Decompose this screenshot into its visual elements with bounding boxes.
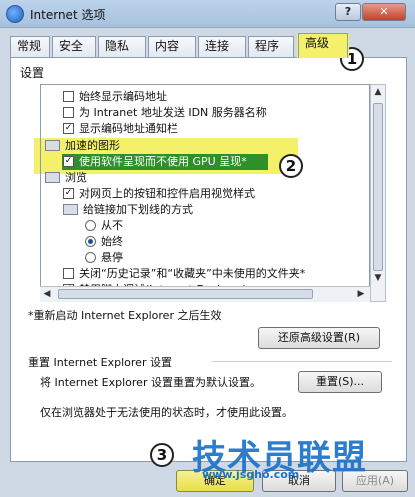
checkbox[interactable] [63, 268, 74, 279]
radio-button-selected[interactable] [85, 236, 96, 247]
scroll-down-icon[interactable]: ▼ [371, 271, 385, 285]
scroll-right-icon[interactable]: ▶ [354, 287, 368, 301]
tab-general[interactable]: 常规 [10, 36, 50, 57]
callout-2: 2 [279, 154, 303, 178]
radio-button[interactable] [85, 220, 96, 231]
reset-button[interactable]: 重置(S)... [298, 371, 382, 393]
group-header-label: 加速的图形 [65, 139, 120, 152]
help-button[interactable]: ? [335, 3, 361, 21]
list-item-label: 关闭“历史记录”和“收藏夹”中未使用的文件夹* [79, 267, 306, 280]
reset-section-title: 重置 Internet Explorer 设置 [28, 356, 172, 369]
watermark-url: www.jsgho.com [202, 468, 300, 481]
list-item-label: 为 Intranet 地址发送 IDN 服务器名称 [79, 106, 267, 119]
list-item-label: 始终显示编码地址 [79, 90, 167, 103]
horizontal-scrollbar[interactable]: ◀ ▶ [40, 286, 370, 302]
checkbox-checked[interactable]: ✓ [63, 123, 74, 134]
list-item-label: 对网页上的按钮和控件启用视觉样式 [79, 187, 255, 200]
checkbox[interactable] [63, 107, 74, 118]
scroll-up-icon[interactable]: ▲ [371, 85, 385, 99]
reset-description: 将 Internet Explorer 设置重置为默认设置。 [40, 376, 261, 389]
restore-advanced-settings-button[interactable]: 还原高级设置(R) [258, 327, 380, 349]
restart-note: *重新启动 Internet Explorer 之后生效 [28, 309, 222, 322]
group-header-label: 浏览 [65, 171, 87, 184]
window-title: Internet 选项 [30, 8, 106, 22]
internet-explorer-icon [6, 5, 24, 23]
group-header-label: 给链接加下划线的方式 [83, 203, 193, 216]
reset-note: 仅在浏览器处于无法使用的状态时，才使用此设置。 [40, 406, 293, 419]
list-item-label: 始终 [101, 235, 123, 248]
horizontal-scroll-thumb[interactable] [58, 289, 313, 299]
folder-icon [63, 204, 78, 215]
watermark: 技术员联盟 www.jsgho.com [192, 430, 412, 481]
folder-icon [45, 172, 60, 183]
tab-programs[interactable]: 程序 [248, 36, 294, 57]
checkbox-checked[interactable]: ✓ [63, 156, 74, 167]
tab-content[interactable]: 内容 [148, 36, 196, 57]
list-item-label: 从不 [101, 219, 123, 232]
vertical-scroll-thumb[interactable] [373, 103, 383, 271]
title-bar: Internet 选项 ? ✕ [0, 0, 415, 28]
reset-divider [212, 361, 392, 362]
folder-icon [45, 140, 60, 151]
list-item-label: 悬停 [101, 251, 123, 264]
checkbox[interactable] [63, 91, 74, 102]
vertical-scrollbar[interactable]: ▲ ▼ [370, 84, 386, 302]
close-button[interactable]: ✕ [362, 3, 406, 21]
list-item-label: 使用软件呈现而不使用 GPU 呈现* [79, 155, 247, 168]
tab-advanced[interactable]: 高级 [298, 33, 348, 58]
list-item-label: 显示编码地址通知栏 [79, 122, 178, 135]
tab-security[interactable]: 安全 [52, 36, 96, 57]
settings-list[interactable]: 始终显示编码地址 为 Intranet 地址发送 IDN 服务器名称 ✓ 显示编… [40, 84, 370, 302]
checkbox-checked[interactable]: ✓ [63, 188, 74, 199]
tab-privacy[interactable]: 隐私 [98, 36, 146, 57]
tab-connections[interactable]: 连接 [198, 36, 246, 57]
callout-3: 3 [150, 443, 174, 467]
settings-group-label: 设置 [20, 66, 45, 80]
radio-button[interactable] [85, 252, 96, 263]
scroll-left-icon[interactable]: ◀ [40, 287, 54, 301]
